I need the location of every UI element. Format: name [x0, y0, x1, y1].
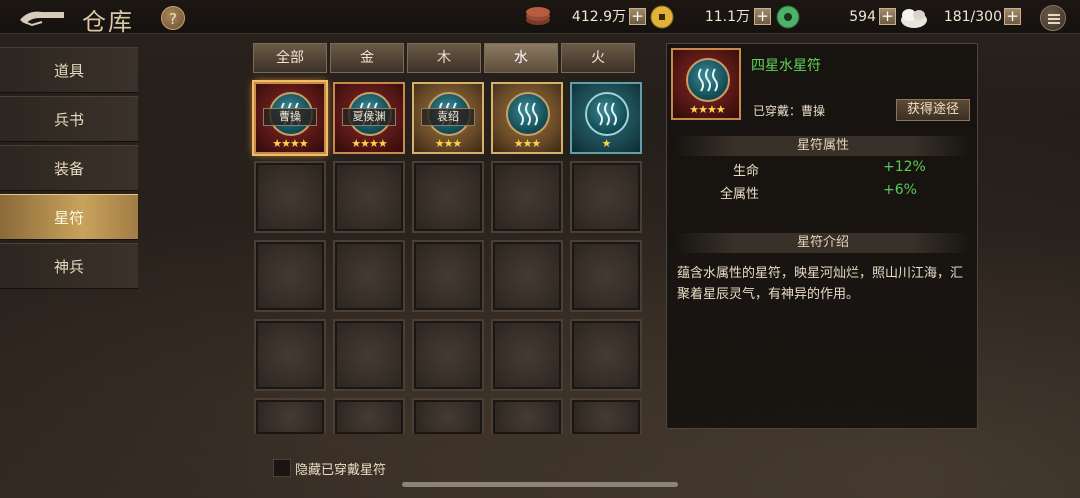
sidebar-item-equipment[interactable]: 装备 [0, 145, 138, 191]
equipped-by: 已穿戴：曹操 [753, 104, 826, 118]
copper-amount: 412.9万 [571, 9, 626, 25]
tab-all[interactable]: 全部 [253, 43, 327, 73]
gold-coin-icon [650, 5, 674, 29]
home-indicator[interactable] [402, 482, 678, 487]
inventory-item[interactable]: ★★★ [491, 82, 563, 154]
inventory-item[interactable]: 曹操 ★★★★ [254, 82, 326, 154]
water-talisman-icon [585, 92, 629, 136]
empty-slot[interactable] [412, 319, 484, 391]
top-bar: 仓库 ? 412.9万 + 11.1万 + 594 + 181/300 + [0, 0, 1080, 36]
attribute-value: +6% [883, 182, 917, 198]
attributes-heading: 星符属性 [675, 136, 971, 156]
star-rating: ★★★★ [272, 137, 308, 150]
empty-slot[interactable] [570, 319, 642, 391]
menu-icon [1048, 14, 1060, 16]
tab-fire[interactable]: 火 [561, 43, 635, 73]
sidebar-item-war-books[interactable]: 兵书 [0, 96, 138, 142]
empty-slot[interactable] [333, 161, 405, 233]
empty-slot[interactable] [254, 161, 326, 233]
back-arrow-icon [20, 11, 64, 27]
back-button[interactable] [18, 6, 66, 28]
water-talisman-icon [686, 58, 730, 102]
attribute-value: +12% [883, 159, 926, 175]
add-copper-button[interactable]: + [629, 8, 646, 25]
tab-wood[interactable]: 木 [407, 43, 481, 73]
add-jade-button[interactable]: + [879, 8, 896, 25]
rice-sack-icon [901, 9, 927, 28]
owner-tag: 夏侯渊 [342, 108, 396, 126]
owner-tag: 袁绍 [421, 108, 475, 126]
add-gold-button[interactable]: + [754, 8, 771, 25]
empty-slot[interactable] [412, 398, 484, 434]
owner-tag: 曹操 [263, 108, 317, 126]
empty-slot[interactable] [333, 240, 405, 312]
star-rating: ★★★★ [351, 137, 387, 150]
selected-item-icon: ★★★★ [671, 48, 741, 120]
water-talisman-icon [506, 92, 550, 136]
gold-amount: 11.1万 [704, 9, 750, 25]
empty-slot[interactable] [254, 319, 326, 391]
star-rating: ★★★ [513, 137, 542, 150]
empty-slot[interactable] [254, 240, 326, 312]
hide-equipped-label: 隐藏已穿戴星符 [295, 463, 387, 478]
tab-water[interactable]: 水 [484, 43, 558, 73]
inventory-item[interactable]: 袁绍 ★★★ [412, 82, 484, 154]
intro-heading: 星符介绍 [675, 233, 971, 253]
item-description: 蕴含水属性的星符，映星河灿烂，照山川江海，汇聚着星辰灵气，有神异的作用。 [677, 266, 964, 302]
empty-slot[interactable] [491, 240, 563, 312]
star-rating: ★★★ [434, 137, 463, 150]
page-title: 仓库 [82, 8, 134, 36]
copper-coin-stack-icon [526, 7, 550, 25]
sidebar-item-star-talismans[interactable]: 星符 [0, 194, 138, 240]
sidebar: 道具 兵书 装备 星符 神兵 [0, 47, 138, 292]
menu-icon-line [1048, 22, 1060, 24]
menu-icon-line [1048, 18, 1060, 20]
empty-slot[interactable] [254, 398, 326, 434]
empty-slot[interactable] [491, 319, 563, 391]
empty-slot[interactable] [333, 398, 405, 434]
empty-slot[interactable] [491, 161, 563, 233]
inventory-item[interactable]: 夏侯渊 ★★★★ [333, 82, 405, 154]
sidebar-item-divine-weapons[interactable]: 神兵 [0, 243, 138, 289]
star-rating: ★ [601, 137, 612, 150]
tab-metal[interactable]: 金 [330, 43, 404, 73]
jade-icon [776, 5, 800, 29]
attribute-name: 全属性 [719, 187, 759, 202]
empty-slot[interactable] [333, 319, 405, 391]
star-rating: ★★★★ [689, 103, 725, 116]
item-name: 四星水星符 [751, 58, 821, 74]
empty-slot[interactable] [570, 240, 642, 312]
obtain-source-button[interactable]: 获得途径 [896, 99, 970, 121]
detail-panel: ★★★★ 四星水星符 已穿戴：曹操 获得途径 星符属性 生命 +12% 全属性 … [666, 43, 978, 429]
empty-slot[interactable] [412, 161, 484, 233]
attribute-name: 生命 [732, 164, 759, 179]
add-food-button[interactable]: + [1004, 8, 1021, 25]
hide-equipped-checkbox[interactable] [273, 459, 291, 477]
empty-slot[interactable] [570, 398, 642, 434]
help-button[interactable]: ? [161, 6, 185, 30]
empty-slot[interactable] [412, 240, 484, 312]
food-amount: 181/300 [943, 9, 1002, 25]
menu-button[interactable] [1040, 5, 1066, 31]
jade-amount: 594 [849, 9, 876, 25]
sidebar-item-items[interactable]: 道具 [0, 47, 138, 93]
empty-slot[interactable] [491, 398, 563, 434]
empty-slot[interactable] [570, 161, 642, 233]
inventory-item[interactable]: ★ [570, 82, 642, 154]
